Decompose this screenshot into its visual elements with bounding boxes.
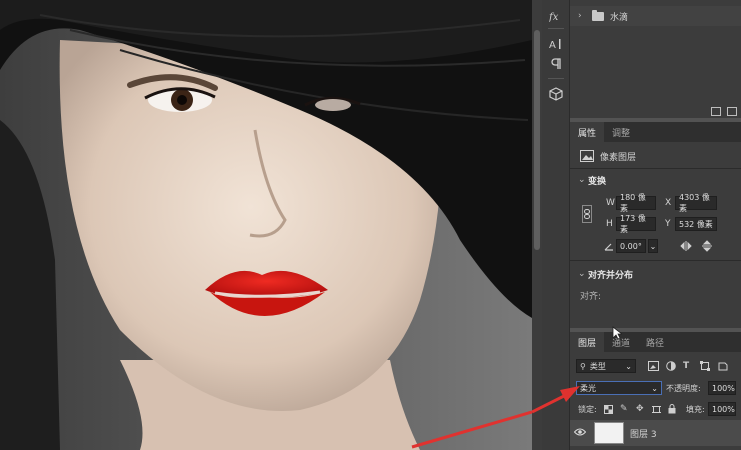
layer-group-row[interactable]: › 水滴 [570, 6, 741, 26]
filter-kind-value: 类型 [589, 361, 606, 371]
filter-pixel-icon[interactable] [648, 361, 659, 371]
h-label: H [606, 219, 613, 229]
lock-all-icon[interactable] [668, 404, 676, 414]
fill-label: 填充: [686, 404, 705, 414]
svg-text:fx: fx [549, 12, 559, 22]
folder-icon [592, 9, 604, 21]
tab-paths[interactable]: 路径 [638, 332, 672, 352]
paragraph-icon[interactable] [546, 54, 566, 74]
right-panels: › 水滴 属性 调整 像素图层 ⌄ 变换 W 180 像素 X 4303 像素 … [532, 0, 741, 450]
angle-dropdown[interactable]: ⌄ [648, 239, 658, 253]
align-section-header[interactable]: ⌄ 对齐并分布 [570, 266, 741, 282]
angle-icon [604, 242, 614, 251]
transform-title: 变换 [588, 176, 607, 187]
tool-divider [548, 28, 564, 29]
filter-shape-icon[interactable] [700, 361, 710, 371]
tab-adjustments[interactable]: 调整 [604, 122, 638, 142]
chevron-down-icon[interactable]: ⌄ [578, 175, 588, 185]
svg-text:A: A [549, 40, 556, 50]
layers-tabbar: 图层 通道 路径 [570, 332, 741, 352]
new-layer-icon[interactable] [727, 106, 737, 116]
opacity-label: 不透明度: [666, 383, 701, 393]
lock-position-icon[interactable]: ✥ [636, 404, 644, 414]
y-label: Y [665, 219, 671, 229]
layer-row[interactable]: 图层 3 [570, 420, 741, 446]
fx-icon[interactable]: fx [546, 6, 566, 26]
align-title: 对齐并分布 [588, 270, 634, 281]
new-group-icon[interactable] [711, 106, 721, 116]
filter-type-icon[interactable]: T [683, 361, 689, 371]
transform-section-header[interactable]: ⌄ 变换 [570, 172, 741, 188]
opacity-field[interactable]: 100% [708, 381, 736, 395]
x-field[interactable]: 4303 像素 [675, 193, 717, 213]
character-icon[interactable]: A [546, 34, 566, 54]
angle-field[interactable]: 0.00° [616, 239, 646, 253]
lock-transparent-pixels-icon[interactable] [604, 404, 613, 414]
mouse-cursor-icon [612, 326, 622, 340]
portrait-photo [0, 0, 532, 450]
lock-image-pixels-icon[interactable]: ✎ [620, 404, 628, 414]
pixel-layer-icon [580, 150, 594, 162]
filter-adjustment-icon[interactable] [666, 361, 676, 371]
layer-name: 图层 3 [630, 429, 657, 440]
3d-cube-icon[interactable] [546, 84, 566, 104]
panel-divider [570, 168, 741, 169]
align-label: 对齐: [580, 291, 602, 302]
scrollbar-thumb[interactable] [534, 30, 540, 250]
tab-layers[interactable]: 图层 [570, 332, 605, 352]
document-canvas[interactable] [0, 0, 532, 450]
layer-filter-dropdown[interactable]: ⚲ 类型 ⌄ [576, 359, 636, 373]
height-field[interactable]: 173 像素 [616, 214, 656, 234]
layers-footer-toolbar [570, 104, 741, 118]
flip-horizontal-icon[interactable] [680, 241, 692, 251]
layer-thumbnail [594, 422, 624, 444]
tab-properties[interactable]: 属性 [570, 122, 605, 142]
y-field[interactable]: 532 像素 [675, 217, 717, 231]
width-field[interactable]: 180 像素 [616, 193, 656, 213]
panel-divider [570, 260, 741, 261]
group-name: 水滴 [610, 12, 629, 23]
filter-smart-object-icon[interactable] [718, 361, 728, 371]
search-icon: ⚲ [580, 361, 586, 371]
chevron-right-icon[interactable]: › [578, 11, 588, 21]
w-label: W [606, 198, 615, 208]
chevron-down-icon: ⌄ [651, 383, 658, 393]
tool-divider [548, 78, 564, 79]
annotation-arrow-icon [532, 386, 580, 414]
chevron-down-icon: ⌄ [625, 361, 632, 371]
x-label: X [665, 198, 672, 208]
fill-field[interactable]: 100% [708, 402, 736, 416]
properties-tabbar: 属性 调整 [570, 122, 741, 142]
flip-vertical-icon[interactable] [702, 240, 712, 252]
layer-type-label: 像素图层 [600, 152, 637, 163]
chevron-down-icon[interactable]: ⌄ [578, 269, 588, 279]
lock-artboard-icon[interactable] [652, 405, 661, 414]
